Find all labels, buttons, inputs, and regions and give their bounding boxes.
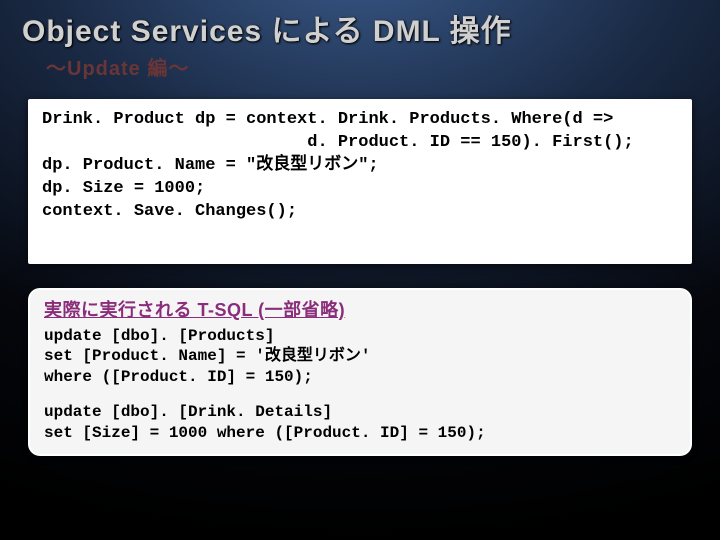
tsql-line: set [Product. Name] = '改良型リボン' [44, 347, 370, 365]
code-line: Drink. Product dp = context. Drink. Prod… [42, 110, 613, 129]
tsql-body: update [dbo]. [Products] set [Product. N… [30, 326, 690, 454]
code-line: context. Save. Changes(); [42, 202, 297, 221]
code-line: d. Product. ID == 150). First(); [42, 133, 634, 152]
tsql-panel: 実際に実行される T-SQL (一部省略) update [dbo]. [Pro… [28, 288, 692, 456]
slide-subtitle: ～Update 編～ [46, 52, 698, 81]
code-line: dp. Size = 1000; [42, 179, 205, 198]
slide-title: Object Services による DML 操作 [22, 6, 698, 50]
tsql-line: set [Size] = 1000 where ([Product. ID] =… [44, 424, 486, 442]
tsql-line: where ([Product. ID] = 150); [44, 368, 313, 386]
csharp-code-block: Drink. Product dp = context. Drink. Prod… [28, 99, 692, 264]
tsql-caption: 実際に実行される T-SQL (一部省略) [30, 290, 690, 326]
tsql-line: update [dbo]. [Drink. Details] [44, 403, 332, 421]
code-line: dp. Product. Name = "改良型リボン"; [42, 156, 379, 175]
tsql-line: update [dbo]. [Products] [44, 327, 274, 345]
